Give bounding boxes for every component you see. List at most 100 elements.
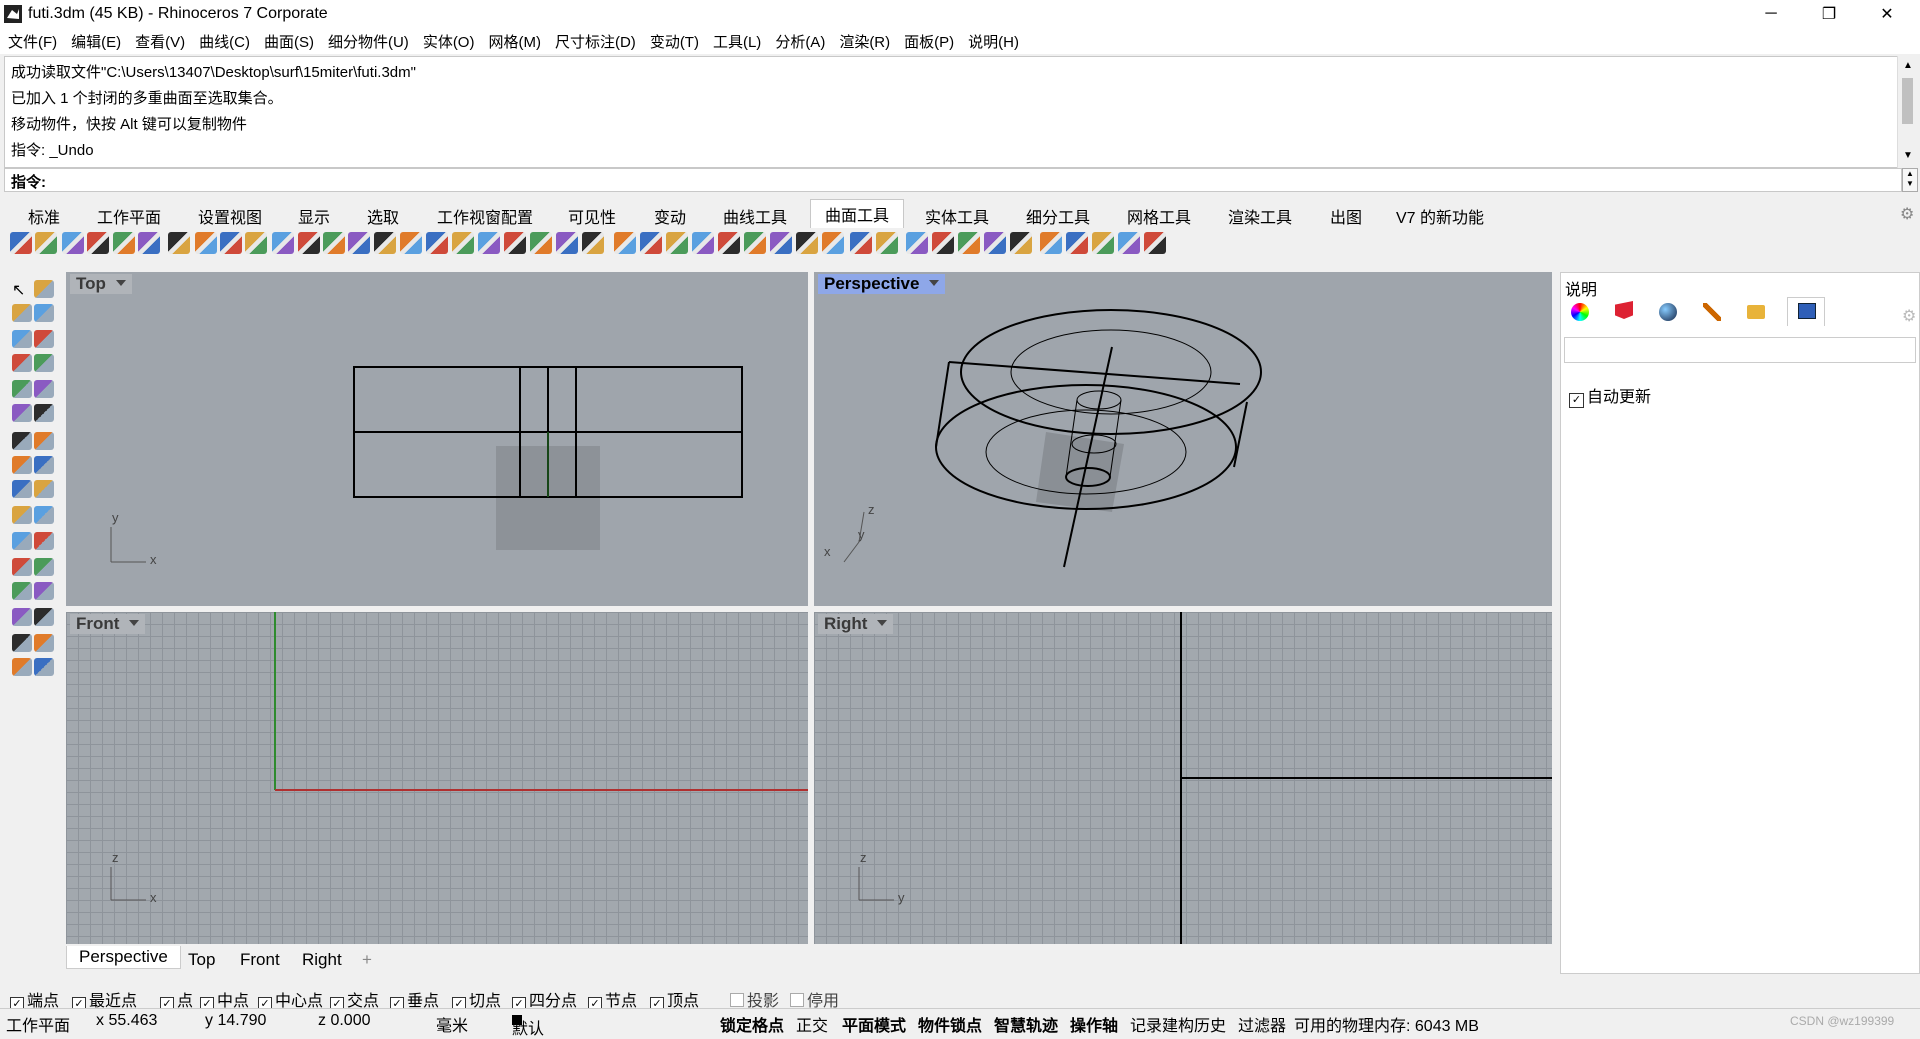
tool-icon[interactable] (12, 330, 32, 348)
tool-icon[interactable] (34, 404, 54, 422)
surface-tool-icon[interactable] (1118, 232, 1140, 254)
tool-icon[interactable] (34, 480, 54, 498)
help-tab[interactable] (1787, 297, 1825, 326)
surface-tool-icon[interactable] (530, 232, 552, 254)
menu-curve[interactable]: 曲线(C) (191, 31, 256, 52)
tool-icon[interactable] (12, 532, 32, 550)
viewport-title-perspective[interactable]: Perspective (818, 274, 946, 294)
panel-gear-icon[interactable]: ⚙ (1902, 306, 1916, 326)
maximize-button[interactable]: ❐ (1806, 0, 1852, 28)
tool-icon[interactable] (12, 634, 32, 652)
surface-tool-icon[interactable] (906, 232, 928, 254)
status-cplane[interactable]: 工作平面 (6, 1012, 70, 1036)
tool-icon[interactable] (34, 280, 54, 298)
surface-tool-icon[interactable] (168, 232, 190, 254)
surface-tool-icon[interactable] (478, 232, 500, 254)
menu-render[interactable]: 渲染(R) (831, 31, 896, 52)
tool-icon[interactable] (34, 558, 54, 576)
surface-tool-icon[interactable] (556, 232, 578, 254)
scroll-up-icon[interactable]: ▲ (1903, 60, 1913, 71)
viewport-perspective[interactable]: z y x Perspective (814, 272, 1552, 606)
surface-tool-icon[interactable] (245, 232, 267, 254)
tab-cplanes[interactable]: 工作平面 (97, 204, 161, 228)
tool-icon[interactable] (34, 304, 54, 322)
tool-icon[interactable] (34, 658, 54, 676)
viewport-title-front[interactable]: Front (70, 614, 146, 634)
surface-tool-icon[interactable] (1144, 232, 1166, 254)
display-icon[interactable] (1703, 303, 1721, 321)
status-gumball[interactable]: 操作轴 (1070, 1012, 1118, 1036)
surface-tool-icon[interactable] (582, 232, 604, 254)
tool-icon[interactable] (12, 658, 32, 676)
tool-icon[interactable] (12, 558, 32, 576)
surface-tool-icon[interactable] (62, 232, 84, 254)
tool-icon[interactable] (34, 432, 54, 450)
history-scrollbar[interactable]: ▲ ▼ (1897, 56, 1917, 168)
tab-render-tools[interactable]: 渲染工具 (1228, 204, 1292, 228)
tab-set-view[interactable]: 设置视图 (198, 204, 262, 228)
tab-front[interactable]: Front (240, 950, 280, 970)
status-history[interactable]: 记录建构历史 (1130, 1012, 1226, 1036)
status-filter[interactable]: 过滤器 (1238, 1012, 1286, 1036)
gear-icon[interactable]: ⚙ (1900, 204, 1914, 224)
status-planar[interactable]: 平面模式 (842, 1012, 906, 1036)
menu-file[interactable]: 文件(F) (0, 31, 63, 52)
materials-icon[interactable] (1659, 303, 1677, 321)
surface-tool-icon[interactable] (195, 232, 217, 254)
menu-help[interactable]: 说明(H) (960, 31, 1025, 52)
surface-tool-icon[interactable] (640, 232, 662, 254)
tool-icon[interactable] (12, 480, 32, 498)
close-button[interactable]: ✕ (1864, 0, 1910, 28)
tab-drafting[interactable]: 出图 (1330, 204, 1362, 228)
surface-tool-icon[interactable] (35, 232, 57, 254)
tool-icon[interactable] (34, 456, 54, 474)
tab-viewport-layout[interactable]: 工作视窗配置 (437, 204, 533, 228)
tab-solid-tools[interactable]: 实体工具 (925, 204, 989, 228)
scroll-down-icon[interactable]: ▼ (1903, 150, 1913, 161)
tool-icon[interactable] (34, 330, 54, 348)
surface-tool-icon[interactable] (958, 232, 980, 254)
command-input[interactable]: 指令: (4, 168, 1902, 192)
menu-mesh[interactable]: 网格(M) (480, 31, 547, 52)
viewport-top[interactable]: y x Top (66, 272, 808, 606)
libraries-icon[interactable] (1747, 305, 1765, 319)
surface-tool-icon[interactable] (984, 232, 1006, 254)
surface-tool-icon[interactable] (298, 232, 320, 254)
surface-tool-icon[interactable] (87, 232, 109, 254)
surface-tool-icon[interactable] (426, 232, 448, 254)
tool-icon[interactable] (12, 582, 32, 600)
viewport-title-right[interactable]: Right (818, 614, 894, 634)
tool-icon[interactable] (34, 354, 54, 372)
surface-tool-icon[interactable] (272, 232, 294, 254)
surface-tool-icon[interactable] (932, 232, 954, 254)
status-smarttrack[interactable]: 智慧轨迹 (994, 1012, 1058, 1036)
viewport-title-top[interactable]: Top (70, 274, 132, 294)
add-viewport-icon[interactable]: + (362, 950, 372, 970)
surface-tool-icon[interactable] (692, 232, 714, 254)
tab-subd-tools[interactable]: 细分工具 (1026, 204, 1090, 228)
surface-tool-icon[interactable] (718, 232, 740, 254)
menu-subd[interactable]: 细分物件(U) (320, 31, 415, 52)
surface-tool-icon[interactable] (770, 232, 792, 254)
surface-tool-icon[interactable] (220, 232, 242, 254)
menu-solid[interactable]: 实体(O) (415, 31, 481, 52)
minimize-button[interactable]: ─ (1748, 0, 1794, 28)
surface-tool-icon[interactable] (796, 232, 818, 254)
tool-icon[interactable] (12, 506, 32, 524)
status-grid-snap[interactable]: 锁定格点 (720, 1012, 784, 1036)
surface-tool-icon[interactable] (400, 232, 422, 254)
surface-tool-icon[interactable] (666, 232, 688, 254)
tab-visibility[interactable]: 可见性 (568, 204, 616, 228)
surface-tool-icon[interactable] (504, 232, 526, 254)
menu-dimension[interactable]: 尺寸标注(D) (547, 31, 642, 52)
select-arrow-icon[interactable]: ↖ (12, 280, 32, 299)
menu-panels[interactable]: 面板(P) (896, 31, 960, 52)
surface-tool-icon[interactable] (113, 232, 135, 254)
command-history[interactable]: 成功读取文件"C:\Users\13407\Desktop\surf\15mit… (4, 56, 1902, 168)
surface-tool-icon[interactable] (348, 232, 370, 254)
tab-select[interactable]: 选取 (367, 204, 399, 228)
surface-tool-icon[interactable] (1092, 232, 1114, 254)
tab-transform[interactable]: 变动 (654, 204, 686, 228)
tool-icon[interactable] (12, 380, 32, 398)
surface-tool-icon[interactable] (452, 232, 474, 254)
